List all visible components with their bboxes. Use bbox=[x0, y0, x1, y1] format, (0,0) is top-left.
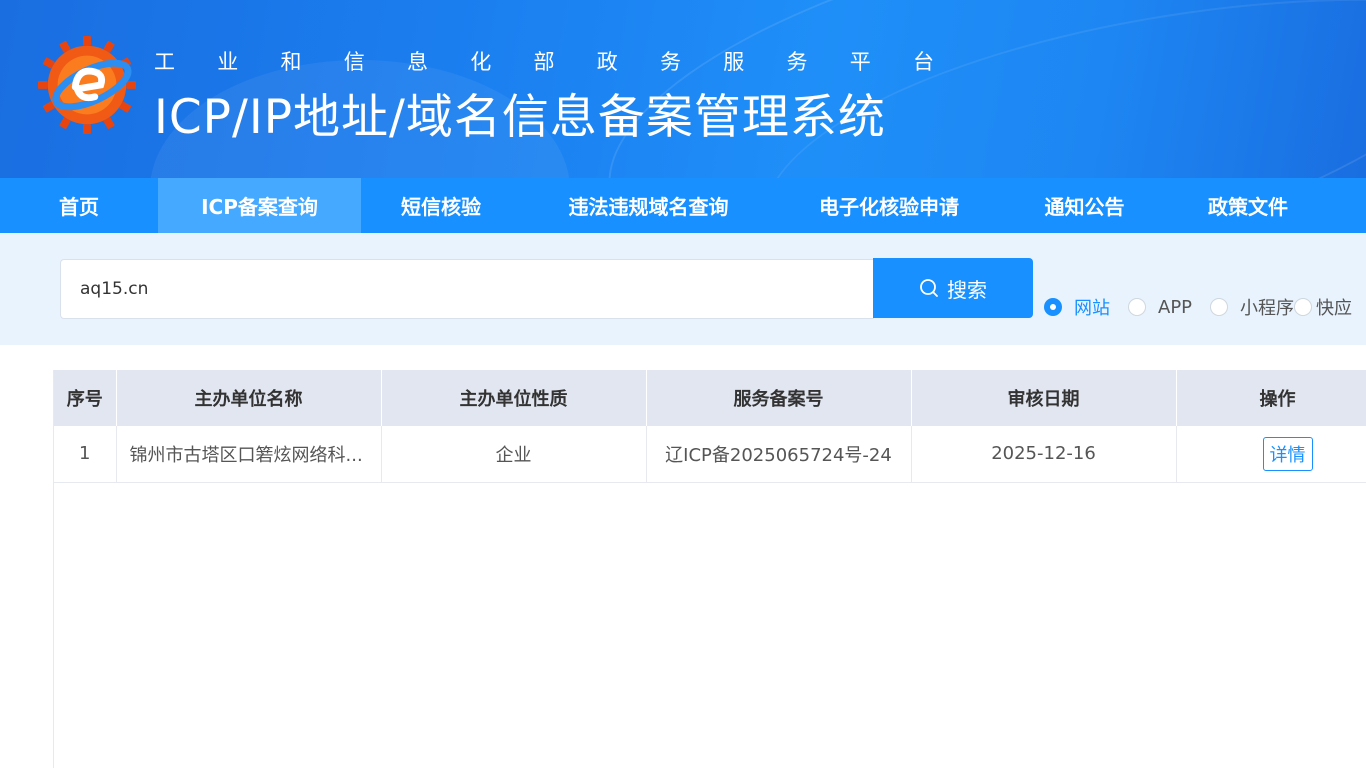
main-nav: 首页 ICP备案查询 短信核验 违法违规域名查询 电子化核验申请 通知公告 政策… bbox=[0, 178, 1366, 233]
column-header-org-name: 主办单位名称 bbox=[116, 370, 382, 426]
page-title: ICP/IP地址/域名信息备案管理系统 bbox=[154, 90, 886, 145]
radio-dot bbox=[1210, 298, 1229, 316]
radio-mini-program[interactable]: 小程序 bbox=[1210, 294, 1294, 320]
radio-dot bbox=[1294, 298, 1313, 316]
nav-item-notices[interactable]: 通知公告 bbox=[1002, 178, 1167, 233]
detail-button[interactable]: 详情 bbox=[1262, 436, 1313, 471]
search-area: 搜索 网站 APP 小程序 快应 bbox=[0, 233, 1366, 345]
column-header-license: 服务备案号 bbox=[646, 370, 912, 426]
radio-dot bbox=[1044, 298, 1062, 316]
search-button-label: 搜索 bbox=[947, 279, 987, 302]
nav-item-home[interactable]: 首页 bbox=[0, 178, 158, 233]
radio-website[interactable]: 网站 bbox=[1044, 294, 1110, 320]
header-banner: 工 业 和 信 息 化 部 政 务 服 务 平 台 ICP/IP地址/域名信息备… bbox=[0, 0, 1366, 178]
column-header-index: 序号 bbox=[54, 370, 117, 426]
cell-org-name: 锦州市古塔区口箬炫网络科... bbox=[116, 426, 382, 483]
cell-action: 详情 bbox=[1176, 426, 1366, 483]
results-table-wrap: 序号 主办单位名称 主办单位性质 服务备案号 审核日期 操作 1 锦州市古塔区口… bbox=[53, 370, 1366, 768]
column-header-action: 操作 bbox=[1176, 370, 1366, 426]
radio-quick-app[interactable]: 快应 bbox=[1294, 294, 1352, 320]
search-type-group: 网站 APP 小程序 快应 bbox=[1044, 295, 1366, 319]
radio-app[interactable]: APP bbox=[1128, 297, 1192, 318]
subtitle: 工 业 和 信 息 化 部 政 务 服 务 平 台 bbox=[154, 50, 934, 74]
miit-logo-icon[interactable] bbox=[38, 36, 136, 134]
nav-item-e-verify[interactable]: 电子化核验申请 bbox=[776, 178, 1002, 233]
results-table: 序号 主办单位名称 主办单位性质 服务备案号 审核日期 操作 1 锦州市古塔区口… bbox=[54, 370, 1366, 483]
search-input[interactable] bbox=[60, 259, 874, 319]
cell-org-type: 企业 bbox=[381, 426, 647, 483]
cell-date: 2025-12-16 bbox=[911, 426, 1177, 483]
cell-index: 1 bbox=[54, 426, 117, 483]
nav-item-policy[interactable]: 政策文件 bbox=[1167, 178, 1329, 233]
nav-item-sms-verify[interactable]: 短信核验 bbox=[361, 178, 521, 233]
column-header-org-type: 主办单位性质 bbox=[381, 370, 647, 426]
nav-item-icp-query[interactable]: ICP备案查询 bbox=[158, 178, 361, 233]
table-header-row: 序号 主办单位名称 主办单位性质 服务备案号 审核日期 操作 bbox=[54, 370, 1366, 426]
radio-dot bbox=[1128, 298, 1146, 316]
search-button[interactable]: 搜索 bbox=[873, 258, 1033, 318]
column-header-date: 审核日期 bbox=[911, 370, 1177, 426]
search-icon bbox=[920, 279, 938, 297]
table-row: 1 锦州市古塔区口箬炫网络科... 企业 辽ICP备2025065724号-24… bbox=[54, 426, 1366, 483]
cell-license: 辽ICP备2025065724号-24 bbox=[646, 426, 912, 483]
nav-item-illegal-domain[interactable]: 违法违规域名查询 bbox=[521, 178, 776, 233]
